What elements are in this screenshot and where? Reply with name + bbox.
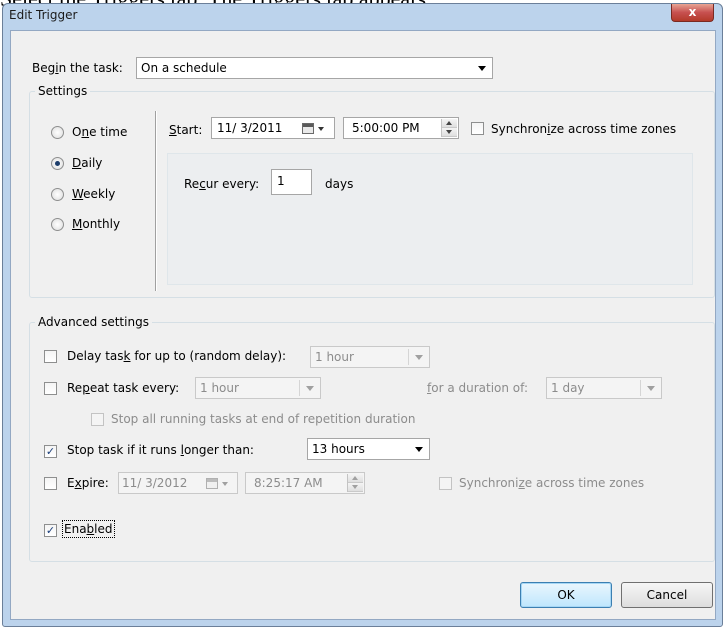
chevron-down-icon [222, 482, 228, 486]
delay-task-checkbox[interactable] [44, 350, 57, 363]
radio-monthly[interactable] [51, 218, 64, 231]
edit-trigger-dialog: Edit Trigger x Begin the task: On a sche… [2, 3, 723, 627]
radio-one-time-label: One time [72, 125, 128, 139]
stop-all-tasks-label: Stop all running tasks at end of repetit… [111, 412, 416, 426]
radio-weekly[interactable] [51, 188, 64, 201]
expire-checkbox[interactable] [44, 477, 57, 490]
spin-down-icon[interactable] [442, 128, 457, 137]
repeat-interval-dropdown[interactable]: 1 hour [195, 377, 321, 399]
expire-label: Expire: [67, 476, 109, 490]
start-time-spinner[interactable] [441, 119, 457, 137]
start-date-picker[interactable]: 11/ 3/2011 [211, 117, 335, 139]
delay-duration-dropdown[interactable]: 1 hour [310, 346, 430, 368]
repeat-task-checkbox[interactable] [44, 382, 57, 395]
chevron-down-icon [306, 386, 314, 391]
radio-one-time[interactable] [51, 126, 64, 139]
stop-all-tasks-checkbox[interactable] [91, 413, 104, 426]
dialog-client-area: Begin the task: On a schedule Settings O… [10, 30, 716, 620]
stop-task-longer-label: Stop task if it runs longer than: [67, 443, 254, 457]
enabled-label: Enabled [62, 520, 115, 538]
stop-task-longer-checkbox[interactable]: ✓ [44, 445, 57, 458]
chevron-down-icon [415, 355, 423, 360]
start-label: Start: [169, 123, 203, 137]
spin-down-icon[interactable] [348, 483, 363, 492]
recur-every-label: Recur every: [184, 177, 260, 191]
ok-button[interactable]: OK [520, 582, 612, 608]
delay-task-label: Delay task for up to (random delay): [67, 349, 287, 363]
close-button[interactable]: x [671, 4, 714, 22]
radio-daily[interactable] [51, 157, 64, 170]
dialog-title: Edit Trigger [9, 8, 78, 22]
radio-monthly-label: Monthly [72, 217, 121, 231]
close-icon: x [688, 5, 697, 19]
chevron-down-icon [415, 447, 423, 452]
calendar-icon [302, 123, 314, 134]
recurrence-panel [167, 153, 693, 285]
begin-task-label: Begin the task: [32, 61, 123, 75]
duration-label: for a duration of: [427, 381, 528, 395]
radio-weekly-label: Weekly [72, 187, 116, 201]
start-time-field[interactable]: 5:00:00 PM [343, 117, 459, 139]
stop-task-duration-dropdown[interactable]: 13 hours [307, 438, 430, 460]
expire-sync-label: Synchronize across time zones [459, 476, 645, 490]
chevron-down-icon [318, 127, 324, 131]
begin-task-dropdown[interactable]: On a schedule [136, 57, 493, 79]
chevron-down-icon [478, 66, 486, 71]
sync-time-zones-checkbox[interactable] [471, 122, 484, 135]
spin-up-icon[interactable] [348, 474, 363, 483]
recur-every-input[interactable]: 1 [271, 169, 312, 195]
spin-up-icon[interactable] [442, 119, 457, 128]
settings-divider [155, 111, 156, 291]
expire-sync-checkbox[interactable] [439, 477, 452, 490]
radio-daily-label: Daily [72, 156, 103, 170]
recur-unit-label: days [325, 177, 354, 191]
expire-date-picker[interactable]: 11/ 3/2012 [118, 472, 238, 494]
repeat-duration-dropdown[interactable]: 1 day [546, 377, 662, 399]
expire-time-field[interactable]: 8:25:17 AM [245, 472, 365, 494]
advanced-settings-title: Advanced settings [35, 315, 152, 329]
settings-title: Settings [35, 84, 91, 98]
expire-time-spinner[interactable] [347, 474, 363, 492]
chevron-down-icon [647, 386, 655, 391]
sync-time-zones-label: Synchronize across time zones [491, 122, 677, 136]
cancel-button[interactable]: Cancel [621, 582, 713, 608]
enabled-checkbox[interactable]: ✓ [44, 524, 57, 537]
repeat-task-label: Repeat task every: [67, 381, 180, 395]
calendar-icon [206, 478, 218, 489]
